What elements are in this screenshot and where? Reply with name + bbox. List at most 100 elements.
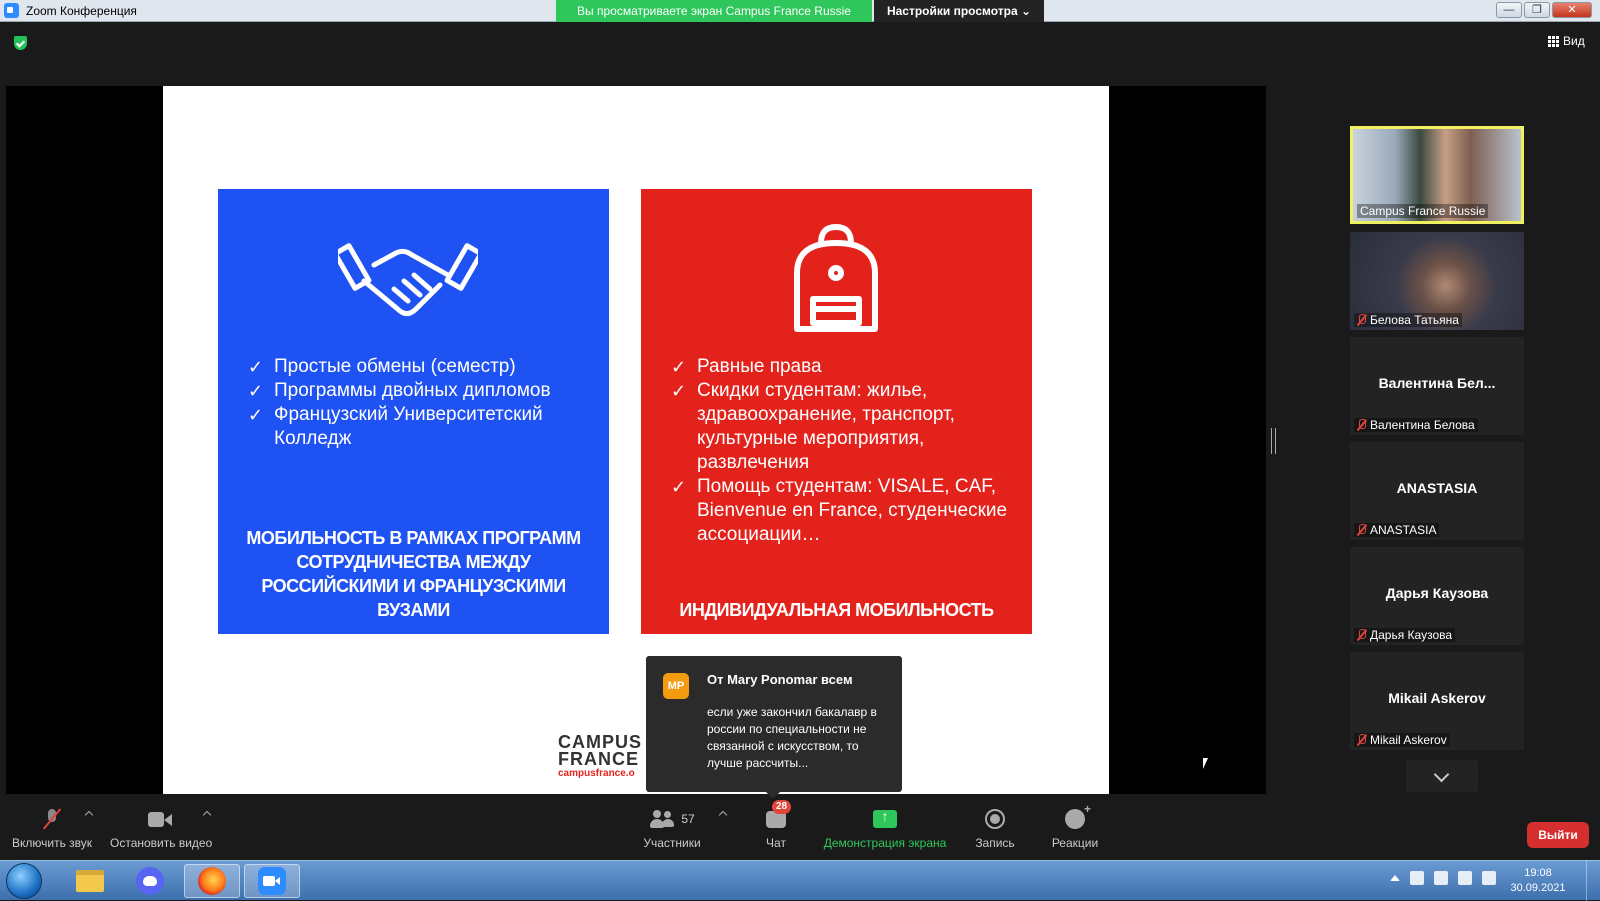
card-footer-title: ИНДИВИДУАЛЬНАЯ МОБИЛЬНОСТЬ — [679, 600, 994, 620]
participant-tile[interactable]: Campus France Russie — [1350, 126, 1524, 224]
taskbar-explorer[interactable] — [62, 864, 118, 898]
video-camera-icon — [148, 811, 172, 827]
mic-muted-icon — [45, 809, 59, 829]
chat-button[interactable]: 28 Чат — [758, 800, 794, 850]
scroll-down-button[interactable] — [1406, 760, 1478, 792]
individual-mobility-card: Равные права Скидки студентам: жилье, зд… — [641, 189, 1032, 634]
folder-icon — [76, 870, 104, 892]
participant-name: Campus France Russie — [1360, 204, 1486, 218]
clock-date: 30.09.2021 — [1510, 882, 1566, 894]
participant-display-name: Валентина Бел... — [1378, 375, 1496, 391]
windows-taskbar: 19:08 30.09.2021 — [0, 860, 1600, 901]
mic-muted-icon — [1357, 524, 1366, 536]
signal-icon[interactable] — [1434, 871, 1448, 885]
window-titlebar: Zoom Конференция Вы просматриваете экран… — [0, 0, 1600, 22]
leave-meeting-button[interactable]: Выйти — [1527, 822, 1589, 848]
discord-icon — [136, 867, 164, 895]
minimize-button[interactable]: — — [1496, 2, 1522, 18]
participant-tile[interactable]: ANASTASIA ANASTASIA — [1350, 442, 1524, 540]
presentation-slide: Простые обмены (семестр) Программы двойн… — [163, 86, 1109, 794]
handshake-icon — [338, 243, 478, 317]
zoom-app-icon — [4, 3, 19, 18]
mic-muted-icon — [1357, 419, 1366, 431]
exchange-programs-card: Простые обмены (семестр) Программы двойн… — [218, 189, 609, 634]
restore-button[interactable]: ❐ — [1524, 2, 1550, 18]
volume-icon[interactable] — [1458, 871, 1472, 885]
tray-expand-icon[interactable] — [1390, 875, 1400, 881]
taskbar-firefox[interactable] — [184, 864, 240, 898]
network-error-icon[interactable] — [1410, 871, 1424, 885]
taskbar-clock[interactable]: 19:08 30.09.2021 — [1506, 866, 1570, 896]
participant-display-name: ANASTASIA — [1396, 480, 1478, 496]
share-screen-label: Демонстрация экрана — [823, 836, 947, 850]
view-label: Вид — [1563, 34, 1585, 48]
window-title: Zoom Конференция — [26, 4, 137, 18]
unmute-button[interactable]: Включить звук — [10, 806, 94, 850]
stop-video-button[interactable]: Остановить видео — [110, 806, 213, 850]
participant-tile[interactable]: Дарья Каузова Дарья Каузова — [1350, 547, 1524, 645]
grid-icon — [1548, 35, 1559, 47]
participant-tile[interactable]: Белова Татьяна — [1350, 232, 1524, 330]
view-button[interactable]: Вид — [1548, 34, 1585, 48]
participant-tile[interactable]: Валентина Бел... Валентина Белова — [1350, 337, 1524, 435]
chat-message: если уже закончил бакалавр в россии по с… — [707, 705, 877, 770]
reactions-label: Реакции — [1051, 836, 1099, 850]
show-desktop-button[interactable] — [1586, 861, 1600, 901]
taskbar-zoom[interactable] — [244, 864, 300, 898]
card-footer-title: МОБИЛЬНОСТЬ В РАМКАХ ПРОГРАММ СОТРУДНИЧЕ… — [246, 528, 581, 620]
mic-muted-icon — [1357, 314, 1366, 326]
participant-name: ANASTASIA — [1370, 523, 1437, 537]
share-screen-button[interactable]: Демонстрация экрана — [820, 806, 950, 850]
record-label: Запись — [975, 836, 1015, 850]
participant-name: Mikail Askerov — [1370, 733, 1447, 747]
zoom-icon — [258, 867, 286, 895]
list-item: Равные права — [671, 355, 1014, 379]
participant-name-label: ANASTASIA — [1354, 523, 1440, 537]
smiley-add-icon — [1065, 802, 1091, 829]
participants-count: 57 — [681, 812, 695, 826]
avatar: MP — [663, 673, 689, 699]
close-button[interactable]: ✕ — [1552, 2, 1592, 18]
system-tray — [1390, 871, 1496, 885]
participant-name-label: Mikail Askerov — [1354, 733, 1450, 747]
participant-display-name: Mikail Askerov — [1388, 690, 1486, 706]
logo-url: campusfrance.o — [558, 768, 635, 779]
participants-button[interactable]: 57 Участники — [640, 806, 704, 850]
people-icon — [649, 810, 675, 828]
list-item: Простые обмены (семестр) — [248, 355, 591, 379]
mic-muted-icon — [1357, 734, 1366, 746]
participant-name: Валентина Белова — [1370, 418, 1475, 432]
reactions-button[interactable]: Реакции — [1046, 802, 1104, 850]
windows-start-icon[interactable] — [6, 863, 42, 899]
record-icon — [985, 809, 1005, 829]
stop-video-label: Остановить видео — [110, 836, 213, 850]
power-icon[interactable] — [1482, 871, 1496, 885]
participants-options-caret[interactable] — [718, 810, 728, 820]
participant-name-label: Валентина Белова — [1354, 418, 1478, 432]
chat-notification-popup[interactable]: MP От Mary Ponomar всем если уже закончи… — [646, 656, 902, 799]
participant-name: Дарья Каузова — [1370, 628, 1453, 642]
list-item: Помощь студентам: VISALE, CAF, Bienvenue… — [671, 475, 1014, 547]
logo-line-2: FRANCE — [558, 749, 639, 769]
security-shield-icon[interactable] — [14, 36, 27, 50]
participant-name-label: Белова Татьяна — [1354, 313, 1462, 327]
list-item: Программы двойных дипломов — [248, 379, 591, 403]
clock-time: 19:08 — [1524, 867, 1552, 879]
student-benefits-list: Равные права Скидки студентам: жилье, зд… — [671, 355, 1014, 547]
record-button[interactable]: Запись — [970, 806, 1020, 850]
participant-tile[interactable]: Mikail Askerov Mikail Askerov — [1350, 652, 1524, 750]
mic-muted-icon — [1357, 629, 1366, 641]
participant-name: Белова Татьяна — [1370, 313, 1459, 327]
screen-share-banner: Вы просматриваете экран Campus France Ru… — [556, 0, 872, 22]
view-options-menu[interactable]: Настройки просмотра ⌄ — [874, 0, 1044, 22]
campus-france-logo: CAMPUS FRANCE campusfrance.o — [558, 733, 642, 780]
chat-unread-badge: 28 — [772, 800, 792, 814]
firefox-icon — [198, 867, 226, 895]
taskbar-discord[interactable] — [122, 864, 178, 898]
chat-label: Чат — [766, 836, 786, 850]
unmute-label: Включить звук — [11, 836, 93, 850]
exchange-programs-list: Простые обмены (семестр) Программы двойн… — [248, 355, 591, 451]
panel-resize-handle[interactable] — [1271, 428, 1276, 454]
participant-name-label: Campus France Russie — [1357, 204, 1489, 218]
participants-label: Участники — [643, 836, 701, 850]
